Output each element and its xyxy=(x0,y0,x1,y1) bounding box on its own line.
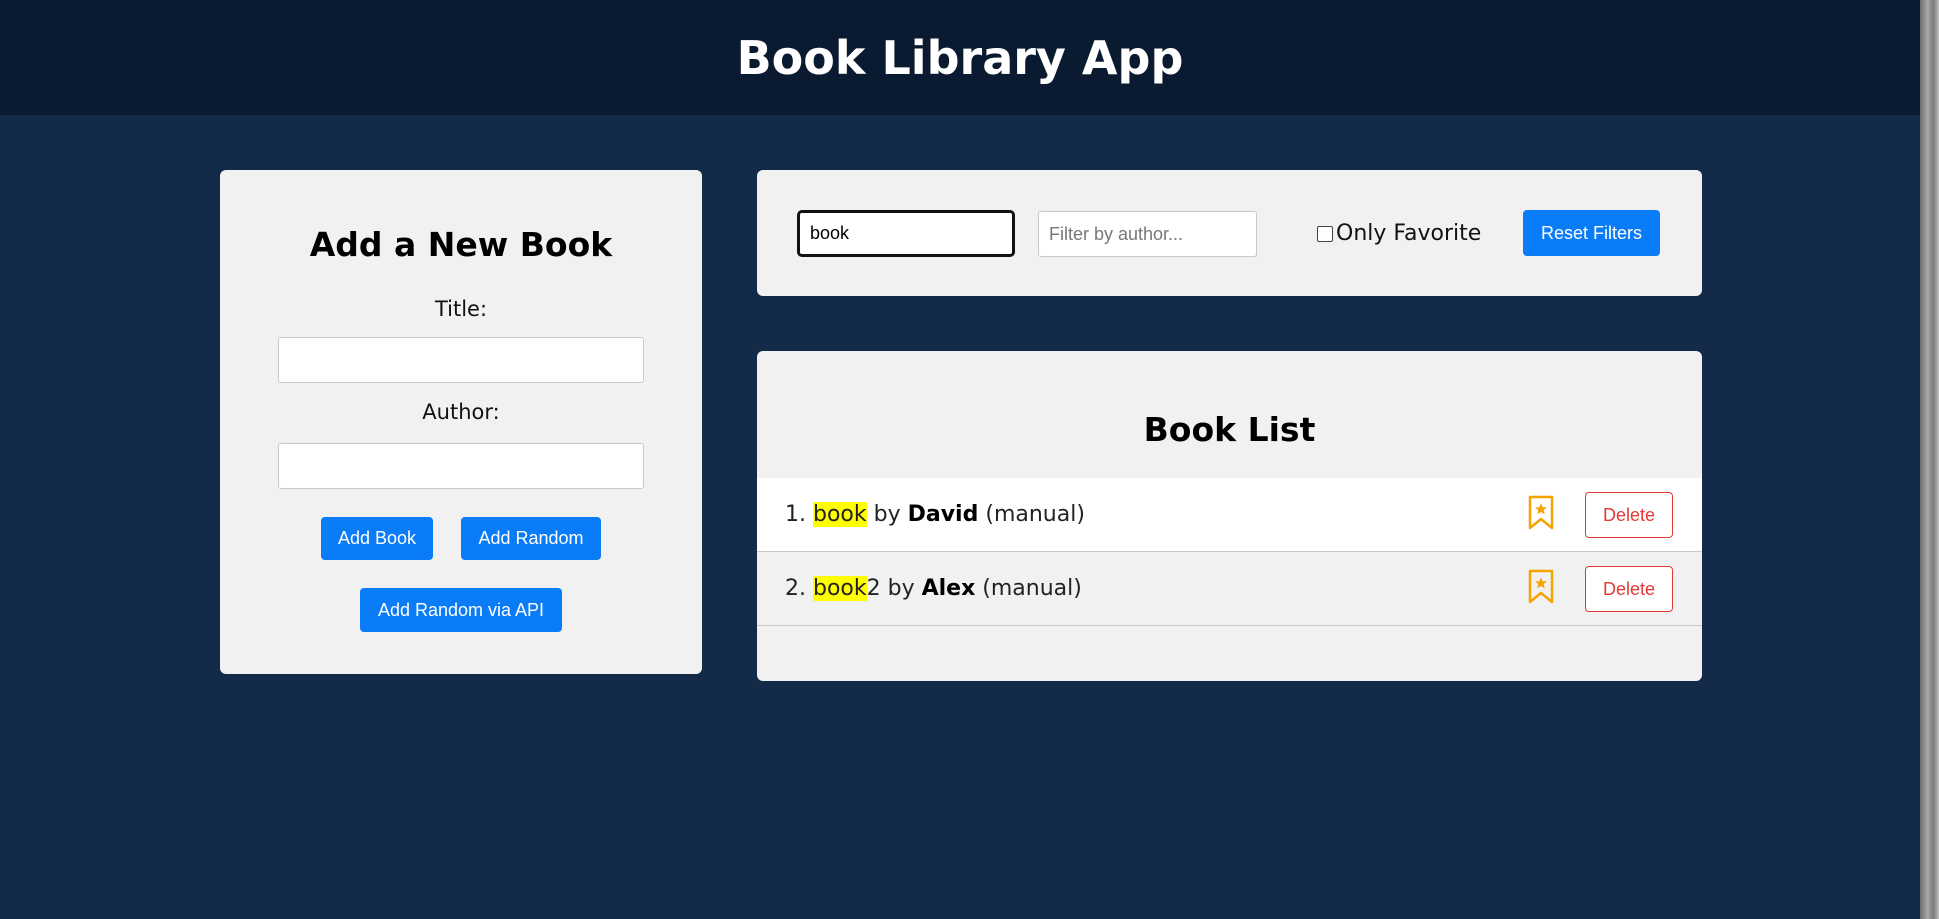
book-author: David xyxy=(907,502,979,527)
book-author: Alex xyxy=(921,576,976,601)
delete-button[interactable]: Delete xyxy=(1585,566,1673,612)
add-random-api-button[interactable]: Add Random via API xyxy=(360,588,562,632)
author-filter-input[interactable] xyxy=(1038,211,1257,257)
search-input[interactable] xyxy=(797,210,1015,257)
title-input[interactable] xyxy=(278,337,644,383)
book-title-rest: 2 xyxy=(866,576,881,601)
reset-filters-button[interactable]: Reset Filters xyxy=(1523,210,1660,256)
title-label: Title: xyxy=(434,297,488,321)
book-source: (manual) xyxy=(985,502,1085,527)
book-list-item: 2. book2 by Alex (manual) Delete xyxy=(757,552,1702,626)
book-entry-text: 1. book by David (manual) xyxy=(785,502,1085,527)
add-random-button[interactable]: Add Random xyxy=(461,517,601,560)
filter-panel: Only Favorite Reset Filters xyxy=(757,170,1702,296)
only-favorite-toggle[interactable]: Only Favorite xyxy=(1317,221,1481,246)
bookmark-star-icon[interactable] xyxy=(1528,569,1554,605)
delete-button[interactable]: Delete xyxy=(1585,492,1673,538)
app-header: Book Library App xyxy=(0,0,1920,115)
book-list-item: 1. book by David (manual) Delete xyxy=(757,478,1702,552)
author-input[interactable] xyxy=(278,443,644,489)
book-number: 1. xyxy=(785,502,806,527)
bookmark-star-icon[interactable] xyxy=(1528,495,1554,531)
by-text: by xyxy=(887,576,915,601)
app-title: Book Library App xyxy=(736,30,1184,85)
book-number: 2. xyxy=(785,576,806,601)
add-book-heading: Add a New Book xyxy=(309,225,613,264)
only-favorite-label: Only Favorite xyxy=(1336,221,1482,246)
background-window-edge xyxy=(1920,0,1939,919)
only-favorite-checkbox[interactable] xyxy=(1317,225,1333,242)
by-text: by xyxy=(873,502,901,527)
book-list-panel: Book List 1. book by David (manual) Dele… xyxy=(757,351,1702,681)
title-highlight: book xyxy=(813,576,867,601)
book-source: (manual) xyxy=(982,576,1082,601)
add-book-panel: Add a New Book Title: Author: Add Book A… xyxy=(220,170,702,674)
author-label: Author: xyxy=(422,400,500,424)
title-highlight: book xyxy=(813,502,867,527)
book-list-heading: Book List xyxy=(1143,410,1316,449)
add-book-button[interactable]: Add Book xyxy=(321,517,433,560)
book-entry-text: 2. book2 by Alex (manual) xyxy=(785,576,1082,601)
